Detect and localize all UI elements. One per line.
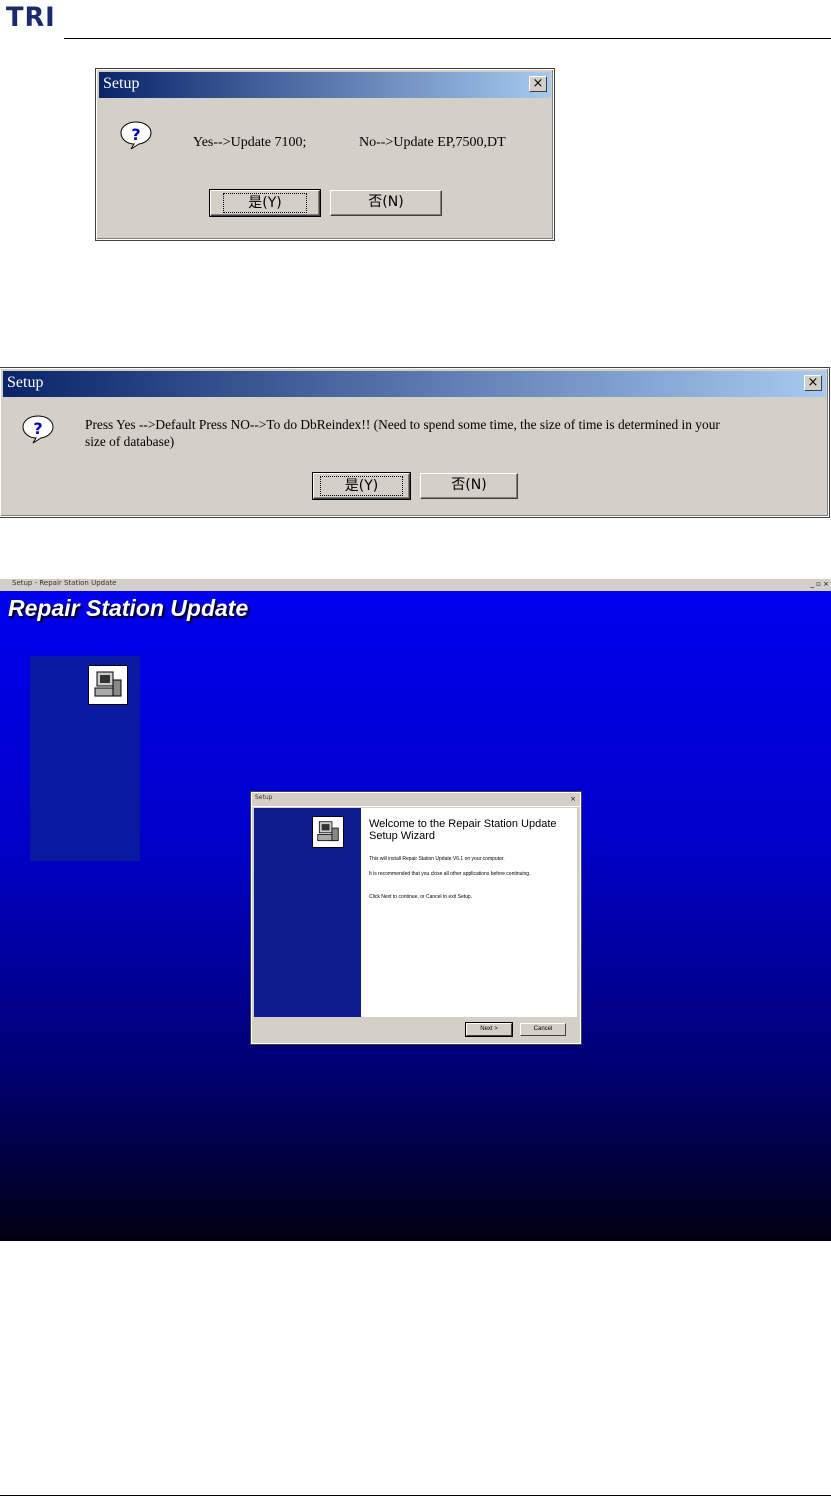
question-icon: ? (120, 121, 152, 150)
no-button[interactable]: 否(N) (330, 190, 442, 216)
wizard-side-image (254, 808, 361, 1017)
computer-icon (312, 816, 344, 848)
no-button-label: 否(N) (368, 194, 404, 210)
close-button[interactable]: × (804, 375, 822, 391)
yes-button-label: 是(Y) (319, 476, 404, 496)
dialog-titlebar[interactable]: Setup × (3, 371, 826, 397)
installer-window-title: Setup - Repair Station Update (12, 579, 117, 587)
cancel-button[interactable]: Cancel (520, 1023, 566, 1036)
close-button[interactable]: × (529, 76, 547, 92)
dialog-message-yes: Yes-->Update 7100; (193, 135, 307, 150)
wizard-heading: Welcome to the Repair Station Update Set… (369, 818, 557, 842)
footer-rule (0, 1495, 831, 1496)
wizard-titlebar[interactable]: Setup × (252, 793, 580, 807)
yes-button-label: 是(Y) (223, 193, 307, 213)
dialog-titlebar[interactable]: Setup × (99, 72, 551, 98)
setup-wizard-dialog: Setup × Welcome to the Repair Station Up… (250, 791, 582, 1045)
wizard-content: Welcome to the Repair Station Update Set… (361, 808, 577, 1017)
dialog-message-no: No-->Update EP,7500,DT (359, 135, 506, 150)
dialog-title: Setup (103, 75, 140, 92)
computer-icon (88, 665, 128, 705)
close-icon[interactable]: × (570, 795, 576, 803)
close-icon: × (807, 375, 819, 390)
close-icon: × (532, 76, 544, 91)
no-button-label: 否(N) (451, 477, 487, 493)
header-rule (64, 38, 831, 39)
installer-screen-title: Repair Station Update (8, 595, 249, 621)
yes-button[interactable]: 是(Y) (312, 472, 411, 500)
wizard-text-line2: It is recommended that you close all oth… (369, 871, 531, 877)
question-icon: ? (22, 415, 54, 444)
window-controls[interactable]: _ ▫ × (810, 580, 829, 588)
dialog-message-line1: Press Yes -->Default Press NO-->To do Db… (85, 417, 720, 432)
tri-logo: TRI (6, 2, 56, 33)
next-button[interactable]: Next > (465, 1022, 513, 1037)
installer-background-window: Setup - Repair Station Update _ ▫ × Repa… (0, 579, 831, 1241)
wizard-text-line3: Click Next to continue, or Cancel to exi… (369, 894, 473, 900)
wizard-title: Setup (255, 794, 273, 801)
no-button[interactable]: 否(N) (420, 473, 518, 499)
dialog-title: Setup (7, 374, 44, 391)
installer-titlebar[interactable]: Setup - Repair Station Update _ ▫ × (0, 579, 831, 591)
wizard-text-line1: This will install Repair Station Update … (369, 856, 505, 862)
svg-text:?: ? (131, 125, 140, 144)
setup-dialog-update-model: Setup × ? Yes-->Update 7100; No-->Update… (95, 68, 555, 241)
yes-button[interactable]: 是(Y) (209, 189, 321, 217)
svg-text:?: ? (33, 419, 42, 438)
dialog-message-line2: size of database) (85, 434, 175, 449)
setup-dialog-reindex: Setup × ? Press Yes -->Default Press NO-… (0, 367, 830, 518)
